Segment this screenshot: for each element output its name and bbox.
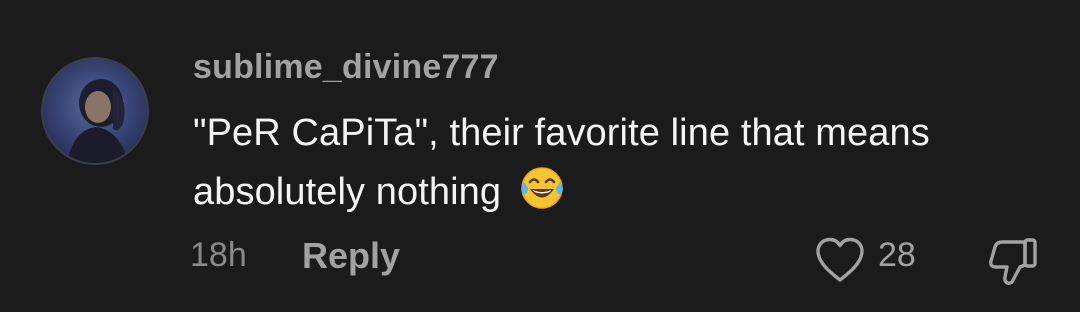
- comment-item: sublime_divine777 "PeR CaPiTa", their fa…: [0, 0, 1080, 312]
- heart-outline-icon[interactable]: [814, 236, 866, 284]
- comment-username[interactable]: sublime_divine777: [193, 48, 499, 87]
- comment-timestamp: 18h: [190, 236, 247, 274]
- tears-of-joy-emoji-icon: [518, 164, 566, 212]
- avatar-image: [67, 79, 129, 163]
- comment-text-container: "PeR CaPiTa", their favorite line that m…: [193, 104, 1013, 222]
- reply-button[interactable]: Reply: [302, 235, 400, 277]
- thumbs-down-outline-icon[interactable]: [986, 234, 1040, 288]
- like-count: 28: [878, 236, 916, 274]
- avatar[interactable]: [41, 57, 149, 165]
